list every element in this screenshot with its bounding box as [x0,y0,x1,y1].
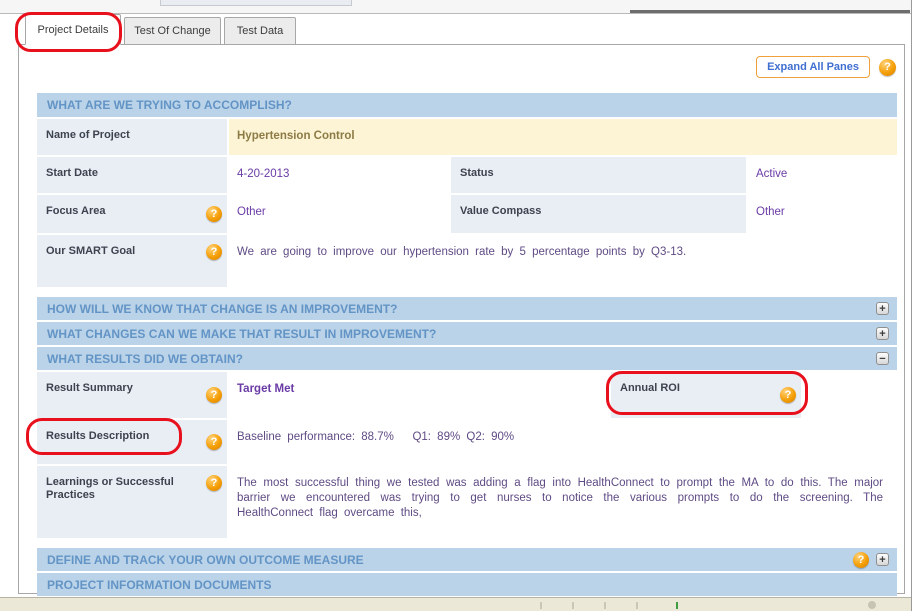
section-title: WHAT CHANGES CAN WE MAKE THAT RESULT IN … [47,327,436,341]
results-description-label: Results Description ? [37,420,227,464]
panel-toolbar: Expand All Panes ? [756,56,896,78]
result-summary-value: Target Met [229,372,609,418]
section-header-accomplish: WHAT ARE WE TRYING TO ACCOMPLISH? [37,93,897,117]
row-learnings: Learnings or Successful Practices ? The … [37,466,897,538]
status-bar-mark [572,602,574,609]
name-of-project-value: Hypertension Control [229,119,897,155]
tab-test-data[interactable]: Test Data [224,17,296,45]
section-title: PROJECT INFORMATION DOCUMENTS [47,578,271,592]
results-description-value: Baseline performance: 88.7% Q1: 89% Q2: … [229,420,897,464]
result-summary-label: Result Summary ? [37,372,227,418]
help-icon[interactable]: ? [206,475,222,491]
help-icon[interactable]: ? [206,434,222,450]
section-title: HOW WILL WE KNOW THAT CHANGE IS AN IMPRO… [47,302,397,316]
help-icon[interactable]: ? [206,206,222,222]
tab-label: Test Data [237,25,283,37]
chrome-divider [630,10,910,13]
start-date-label: Start Date [37,157,227,193]
expand-icon[interactable]: + [876,327,889,340]
annual-roi-label: Annual ROI ? [611,372,801,418]
tab-bar: Test Of Change Test Data Project Details [18,14,905,45]
row-results-description: Results Description ? Baseline performan… [37,420,897,464]
row-focus-area-value-compass: Focus Area ? Other Value Compass Other [37,195,897,233]
status-bar-mark [636,602,638,609]
browser-tab-remnant [160,0,352,6]
status-bar-mark [604,602,606,609]
status-bar-mark [540,602,542,609]
collapse-icon[interactable]: − [876,352,889,365]
section-title: WHAT RESULTS DID WE OBTAIN? [47,352,243,366]
tab-project-details[interactable]: Project Details [25,14,121,45]
section-gap [37,538,897,546]
row-start-date-status: Start Date 4-20-2013 Status Active [37,157,897,193]
annual-roi-value [803,372,897,418]
section-header-outcome-measure[interactable]: DEFINE AND TRACK YOUR OWN OUTCOME MEASUR… [37,548,897,571]
row-smart-goal: Our SMART Goal ? We are going to improve… [37,235,897,287]
expand-icon[interactable]: + [876,302,889,315]
start-date-value: 4-20-2013 [229,157,449,193]
value-compass-value: Other [748,195,897,233]
help-icon[interactable]: ? [780,387,796,403]
row-result-summary-annual-roi: Result Summary ? Target Met Annual ROI ? [37,372,897,418]
value-compass-label: Value Compass [451,195,746,233]
expand-icon[interactable]: + [876,553,889,566]
project-details-form: WHAT ARE WE TRYING TO ACCOMPLISH? Name o… [37,93,897,596]
help-icon[interactable]: ? [853,552,869,568]
section-header-project-documents[interactable]: PROJECT INFORMATION DOCUMENTS [37,573,897,596]
name-of-project-label: Name of Project [37,119,227,155]
smart-goal-label: Our SMART Goal ? [37,235,227,287]
smart-goal-value: We are going to improve our hypertension… [229,235,897,287]
screen: Test Of Change Test Data Project Details… [0,0,912,611]
focus-area-label: Focus Area ? [37,195,227,233]
tab-label: Project Details [38,24,109,36]
focus-area-value: Other [229,195,449,233]
section-gap [37,287,897,295]
section-title: WHAT ARE WE TRYING TO ACCOMPLISH? [47,98,292,112]
expand-all-panes-button[interactable]: Expand All Panes [756,56,870,78]
browser-chrome-remnant [0,0,912,14]
learnings-label: Learnings or Successful Practices ? [37,466,227,538]
browser-status-bar-remnant [0,597,912,611]
status-bar-mark [676,602,678,609]
tab-label: Test Of Change [134,25,210,37]
tab-test-of-change[interactable]: Test Of Change [124,17,221,45]
section-title: DEFINE AND TRACK YOUR OWN OUTCOME MEASUR… [47,553,364,567]
help-icon[interactable]: ? [206,387,222,403]
section-header-improvement[interactable]: HOW WILL WE KNOW THAT CHANGE IS AN IMPRO… [37,297,897,320]
learnings-value: The most successful thing we tested was … [229,466,897,538]
help-icon[interactable]: ? [879,59,896,76]
section-header-results[interactable]: WHAT RESULTS DID WE OBTAIN? − [37,347,897,370]
status-label: Status [451,157,746,193]
help-icon[interactable]: ? [206,244,222,260]
row-name-of-project: Name of Project Hypertension Control [37,119,897,155]
content-panel: Expand All Panes ? WHAT ARE WE TRYING TO… [18,45,905,594]
status-bar-mark [868,601,876,609]
status-value: Active [748,157,897,193]
section-header-changes[interactable]: WHAT CHANGES CAN WE MAKE THAT RESULT IN … [37,322,897,345]
